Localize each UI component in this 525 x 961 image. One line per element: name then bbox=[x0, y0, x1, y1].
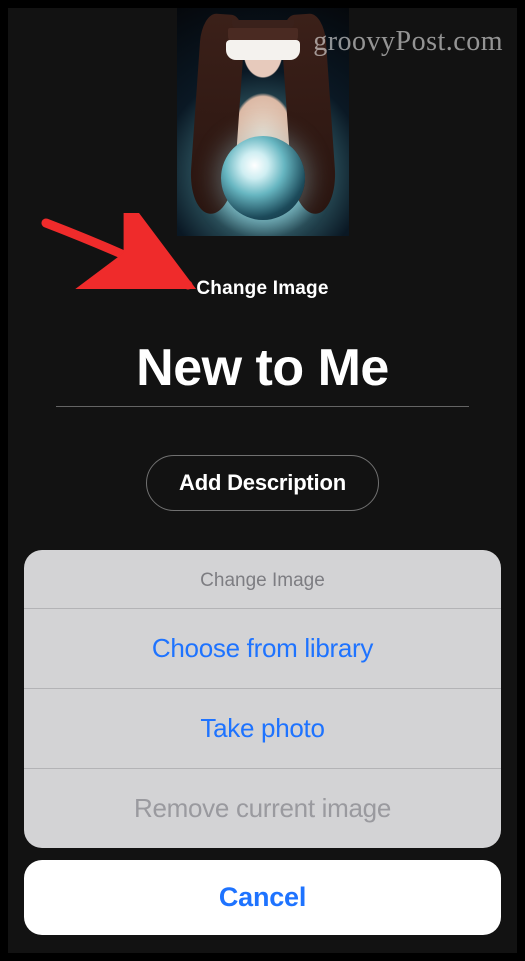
action-sheet: Change Image Choose from library Take ph… bbox=[16, 550, 509, 945]
take-photo-button[interactable]: Take photo bbox=[24, 689, 501, 769]
change-image-button[interactable]: Change Image bbox=[8, 278, 517, 300]
choose-from-library-button[interactable]: Choose from library bbox=[24, 609, 501, 689]
playlist-cover-image[interactable] bbox=[177, 8, 349, 236]
remove-current-image-button[interactable]: Remove current image bbox=[24, 769, 501, 848]
action-sheet-title: Change Image bbox=[24, 550, 501, 609]
add-description-button[interactable]: Add Description bbox=[146, 455, 379, 511]
playlist-edit-screen: groovyPost.com Change Image New to Me Ad… bbox=[8, 8, 517, 953]
playlist-title-input[interactable]: New to Me bbox=[56, 338, 469, 407]
cancel-button[interactable]: Cancel bbox=[24, 860, 501, 935]
